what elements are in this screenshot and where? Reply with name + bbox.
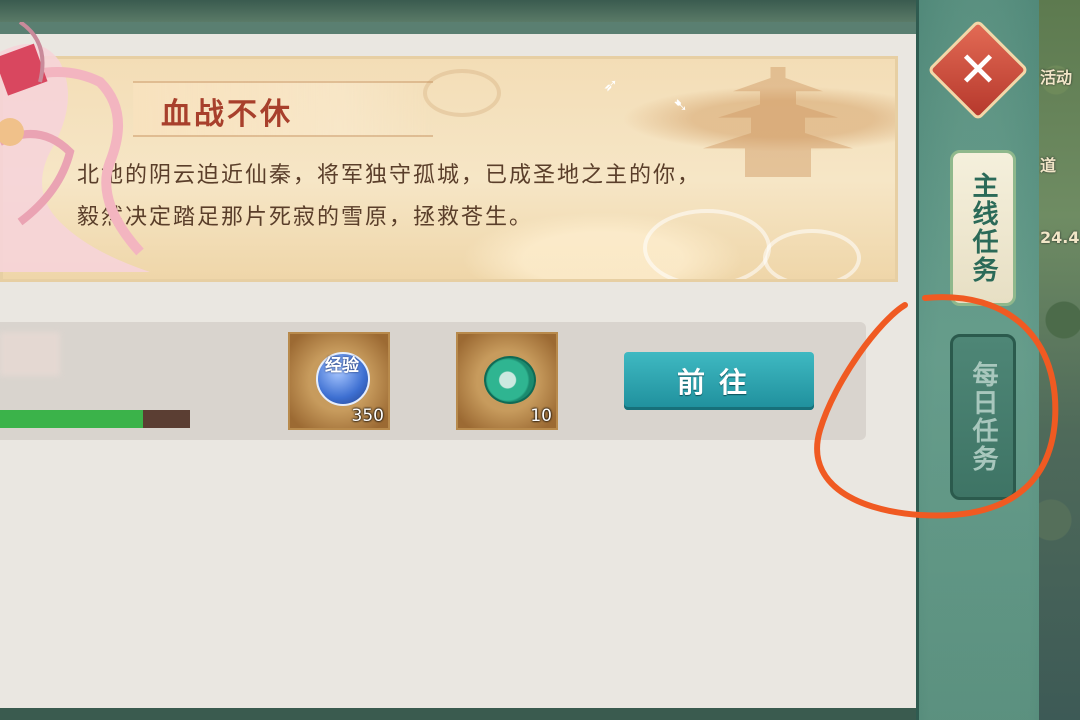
quest-description-line: 毅然决定踏足那片死寂的雪原，拯救苍生。 [77,205,534,230]
task-progress-bar [0,410,190,428]
tab-main-quest[interactable]: 主线任务 [950,150,1016,306]
reward-count: 10 [530,406,552,426]
task-name-blurred [0,332,60,376]
world-timer-label: 24.4 [1040,228,1080,247]
world-road-label: 道 [1040,156,1057,175]
tab-daily-quest[interactable]: 每日任务 [950,334,1016,500]
tab-daily-quest-label: 每日任务 [968,361,998,473]
bird-decoration: ➷ [673,95,689,116]
reward-item[interactable]: 10 [456,332,558,430]
task-panel: ➶ ➷ 血战不休 北地的阴云迫近仙秦，将军独守孤城，已成圣地之主的你， 毅然决定… [0,22,922,708]
task-row: 经验 350 10 前往 [0,322,866,440]
quest-title: 血战不休 [161,97,293,132]
exp-icon-label: 经验 [325,356,359,376]
character-portrait [0,22,150,272]
reward-count: 350 [351,406,384,426]
go-button[interactable]: 前往 [624,352,814,410]
bird-decoration: ➶ [603,75,619,96]
game-world-background [1036,0,1080,720]
cloud-decoration [423,69,501,117]
quest-description: 北地的阴云迫近仙秦，将军独守孤城，已成圣地之主的你， 毅然决定踏足那片死寂的雪原… [77,155,877,239]
top-frame [0,0,930,22]
bottom-frame [0,708,930,720]
quest-description-line: 北地的阴云迫近仙秦，将军独守孤城，已成圣地之主的你， [77,163,702,188]
tab-main-quest-label: 主线任务 [968,172,998,284]
task-progress-fill [0,410,143,428]
jade-icon [484,356,536,404]
reward-item[interactable]: 经验 350 [288,332,390,430]
close-icon[interactable]: ✕ [942,34,1014,106]
world-event-label: 活动 [1040,68,1073,87]
